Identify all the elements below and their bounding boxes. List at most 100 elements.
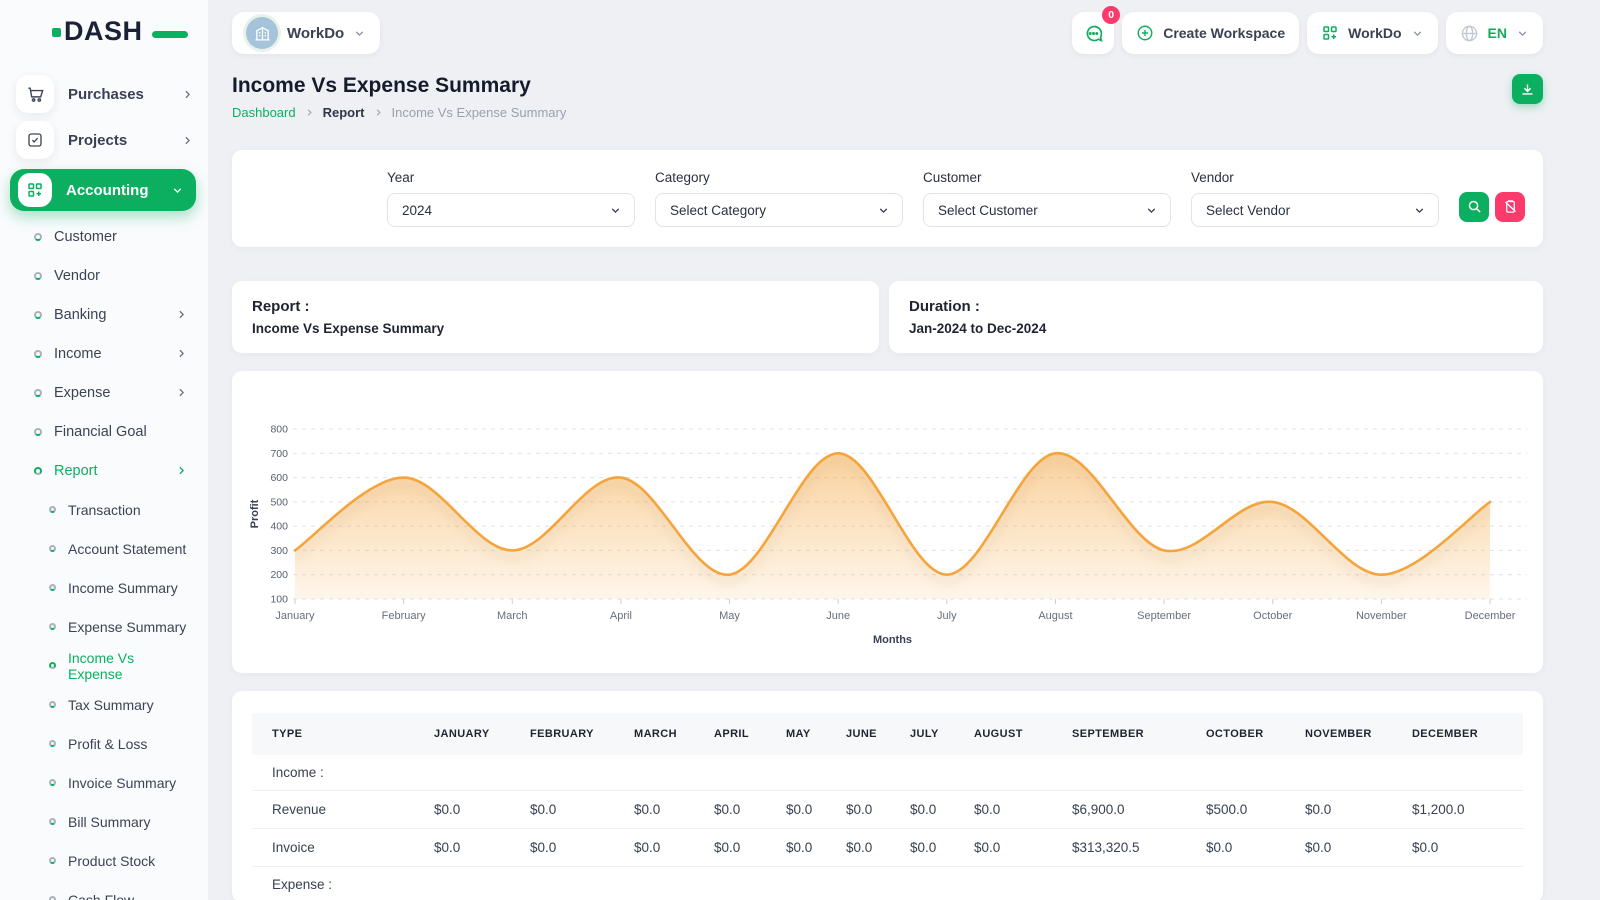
sidebar-item-accounting[interactable]: Accounting xyxy=(10,169,196,211)
apply-filter-button[interactable] xyxy=(1459,192,1489,222)
sidebar-report-item-bill-summary[interactable]: Bill Summary xyxy=(0,802,208,841)
column-header: AUGUST xyxy=(954,713,1052,755)
sidebar-subitem-customer[interactable]: Customer xyxy=(0,217,208,256)
cell-value: $6,900.0 xyxy=(1052,791,1186,829)
sidebar-item-label: Purchases xyxy=(68,86,181,103)
reset-filter-button[interactable] xyxy=(1495,192,1525,222)
sidebar-report-item-profit-loss[interactable]: Profit & Loss xyxy=(0,724,208,763)
breadcrumb-dashboard-link[interactable]: Dashboard xyxy=(232,105,296,120)
cell-value: $0.0 xyxy=(1285,791,1392,829)
page-title: Income Vs Expense Summary xyxy=(232,74,566,98)
cell-value: $0.0 xyxy=(510,829,614,867)
sidebar-report-item-label: Bill Summary xyxy=(68,814,150,830)
topbar-right: 0 Create Workspace WorkDo xyxy=(1072,12,1543,54)
profit-chart-card: 100200300400500600700800JanuaryFebruaryM… xyxy=(232,371,1543,673)
sidebar-report-item-product-stock[interactable]: Product Stock xyxy=(0,841,208,880)
cell-value: $0.0 xyxy=(826,791,890,829)
income-expense-table-card: TYPEJANUARYFEBRUARYMARCHAPRILMAYJUNEJULY… xyxy=(232,691,1543,900)
column-header: JANUARY xyxy=(414,713,510,755)
brand-logo[interactable]: DASH xyxy=(52,18,162,45)
topbar: WorkDo 0 Create Workspace xyxy=(232,0,1543,58)
filter-card: Year 2024 Category Select Category Custo… xyxy=(232,150,1543,247)
check-square-icon xyxy=(16,121,54,159)
search-icon xyxy=(1467,199,1482,214)
duration-value: Jan-2024 to Dec-2024 xyxy=(909,321,1523,336)
sidebar-subitem-label: Expense xyxy=(54,385,175,401)
create-workspace-label: Create Workspace xyxy=(1163,25,1285,41)
year-filter-label: Year xyxy=(387,170,635,185)
bullet-icon xyxy=(49,740,56,747)
sidebar-subitem-expense[interactable]: Expense xyxy=(0,373,208,412)
cell-value: $0.0 xyxy=(954,791,1052,829)
chevron-down-icon xyxy=(1411,27,1424,40)
sidebar-item-purchases[interactable]: Purchases xyxy=(0,71,208,117)
duration-label: Duration : xyxy=(909,298,1523,315)
chevron-right-icon xyxy=(175,386,188,399)
year-select-value: 2024 xyxy=(402,203,432,218)
sidebar-subitem-label: Financial Goal xyxy=(54,424,188,440)
sidebar-subitem-financial-goal[interactable]: Financial Goal xyxy=(0,412,208,451)
sidebar-report-item-tax-summary[interactable]: Tax Summary xyxy=(0,685,208,724)
sidebar-report-item-label: Invoice Summary xyxy=(68,775,176,791)
bullet-icon xyxy=(49,779,56,786)
sidebar-report-item-income-vs-expense[interactable]: Income Vs Expense xyxy=(0,646,208,685)
sidebar-subitem-label: Customer xyxy=(54,229,188,245)
vendor-select[interactable]: Select Vendor xyxy=(1191,193,1439,227)
svg-text:Months: Months xyxy=(873,634,912,646)
workspace-switcher[interactable]: WorkDo xyxy=(232,12,380,54)
cell-value: $1,200.0 xyxy=(1392,791,1523,829)
sidebar-subitem-report[interactable]: Report xyxy=(0,451,208,490)
messages-button[interactable]: 0 xyxy=(1072,12,1114,54)
sidebar-report-item-transaction[interactable]: Transaction xyxy=(0,490,208,529)
cell-value: $0.0 xyxy=(890,829,954,867)
cart-icon xyxy=(16,75,54,113)
sidebar-report-item-label: Cash Flow xyxy=(68,892,134,900)
column-header: APRIL xyxy=(694,713,766,755)
app-root: DASH Purchases Projects Accounting Customer… xyxy=(0,0,1600,900)
cell-value: $0.0 xyxy=(1186,829,1285,867)
customer-select[interactable]: Select Customer xyxy=(923,193,1171,227)
sidebar-report-item-expense-summary[interactable]: Expense Summary xyxy=(0,607,208,646)
bullet-icon xyxy=(34,272,42,280)
accounting-grid-icon xyxy=(18,173,52,207)
sidebar-report-item-label: Transaction xyxy=(68,502,141,518)
sidebar-report-item-income-summary[interactable]: Income Summary xyxy=(0,568,208,607)
sidebar-item-label: Accounting xyxy=(66,182,171,199)
svg-text:Profit: Profit xyxy=(249,499,261,528)
year-select[interactable]: 2024 xyxy=(387,193,635,227)
download-report-button[interactable] xyxy=(1512,74,1543,104)
column-header: MAY xyxy=(766,713,826,755)
sidebar-item-projects[interactable]: Projects xyxy=(0,117,208,163)
bullet-icon xyxy=(49,506,56,513)
sidebar-subitem-vendor[interactable]: Vendor xyxy=(0,256,208,295)
column-header: NOVEMBER xyxy=(1285,713,1392,755)
sidebar-report-item-invoice-summary[interactable]: Invoice Summary xyxy=(0,763,208,802)
workdo-menu-button[interactable]: WorkDo xyxy=(1307,12,1437,54)
breadcrumb-report-link[interactable]: Report xyxy=(323,105,365,120)
table-row: Invoice$0.0$0.0$0.0$0.0$0.0$0.0$0.0$0.0$… xyxy=(252,829,1523,867)
sidebar-report-item-label: Tax Summary xyxy=(68,697,154,713)
create-workspace-button[interactable]: Create Workspace xyxy=(1122,12,1299,54)
messages-badge: 0 xyxy=(1102,6,1120,24)
sidebar-report-item-account-statement[interactable]: Account Statement xyxy=(0,529,208,568)
sidebar-subitem-income[interactable]: Income xyxy=(0,334,208,373)
bullet-icon xyxy=(34,428,42,436)
chevron-right-icon xyxy=(175,347,188,360)
sidebar-report-item-cash-flow[interactable]: Cash Flow xyxy=(0,880,208,900)
chevron-down-icon xyxy=(171,184,184,197)
profit-area-chart: 100200300400500600700800JanuaryFebruaryM… xyxy=(232,371,1543,673)
svg-text:300: 300 xyxy=(270,545,288,557)
bullet-icon xyxy=(49,857,56,864)
workspace-name: WorkDo xyxy=(287,25,344,42)
breadcrumb: Dashboard Report Income Vs Expense Summa… xyxy=(232,105,566,120)
sidebar-report-item-label: Product Stock xyxy=(68,853,155,869)
chevron-right-icon xyxy=(181,88,194,101)
chevron-down-icon xyxy=(1145,204,1158,217)
table-section-row: Expense : xyxy=(252,867,1523,900)
sidebar-subitem-banking[interactable]: Banking xyxy=(0,295,208,334)
bullet-icon xyxy=(49,818,56,825)
workdo-label: WorkDo xyxy=(1348,25,1401,41)
section-label: Income : xyxy=(252,755,1523,791)
category-select[interactable]: Select Category xyxy=(655,193,903,227)
language-selector[interactable]: EN xyxy=(1446,12,1543,54)
